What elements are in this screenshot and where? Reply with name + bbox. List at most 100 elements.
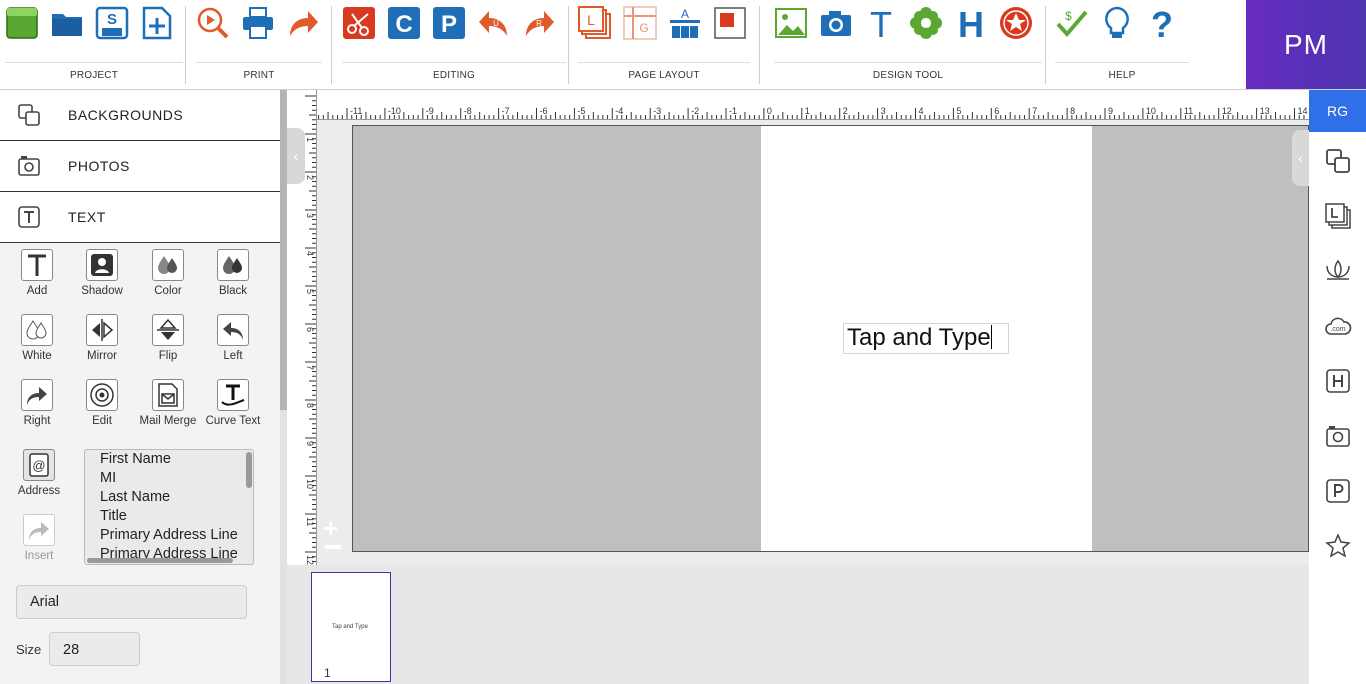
list-item[interactable]: First Name [85,450,253,469]
insert-photo-button[interactable] [819,6,853,40]
list-vertical-scrollbar[interactable] [246,452,252,488]
insert-text-button[interactable]: T [864,6,898,40]
design-page[interactable]: Tap and Type [761,126,1092,551]
insert-shape-button[interactable] [999,6,1033,40]
canvas-area[interactable]: Tap and Type [352,125,1309,552]
help-button[interactable]: ? [1145,6,1179,40]
copy-button[interactable]: C [387,6,421,40]
collapse-left-panel-button[interactable]: ‹ [287,128,305,184]
toolbar-group-editing: C P U R EDITING [342,0,566,90]
list-item[interactable]: MI [85,469,253,488]
new-project-button[interactable] [5,6,39,40]
spell-check-button[interactable]: $ [1055,6,1089,40]
layers-button[interactable]: L [578,6,612,40]
color-tool[interactable]: Color [135,249,201,297]
group-label-project: PROJECT [69,70,119,81]
tips-button[interactable] [1100,6,1134,40]
section-photos[interactable]: PHOTOS [0,141,280,192]
svg-text:C: C [395,11,412,38]
ruler-tick-label: 11 [305,517,315,526]
insert-heading-button[interactable]: H [954,6,988,40]
grid-icon: G [623,6,657,40]
printer-icon [243,7,273,39]
online-button[interactable]: .com [1324,312,1352,340]
print-button[interactable] [241,6,275,40]
merge-field-list[interactable]: First Name MI Last Name Title Primary Ad… [84,449,254,565]
text-box[interactable]: Tap and Type [843,323,1009,354]
list-item[interactable]: Title [85,507,253,526]
edit-tool[interactable]: Edit [69,379,135,427]
section-backgrounds[interactable]: BACKGROUNDS [0,90,280,141]
save-project-button[interactable]: S [95,6,129,40]
section-text[interactable]: TEXT [0,192,280,243]
ruler-tick-label: 7 [1032,106,1037,116]
add-page-button[interactable] [140,6,174,40]
zoom-in-button[interactable]: + [323,515,338,541]
white-tool[interactable]: White [4,314,70,362]
shadow-tool[interactable]: Shadow [69,249,135,297]
export-icon [290,11,318,36]
svg-text:T: T [870,6,892,40]
toolbar-group-page-layout: L G A PAGE LAYOUT [578,0,750,90]
open-project-button[interactable] [50,6,84,40]
redo-icon: R [526,11,554,36]
parking-button[interactable] [1324,477,1352,505]
rotate-right-tool[interactable]: Right [4,379,70,427]
insert-image-button[interactable] [774,6,808,40]
font-select[interactable]: Arial [16,585,247,619]
collapse-right-panel-button[interactable]: ‹ [1292,130,1309,186]
cut-button[interactable] [342,6,376,40]
align-button[interactable]: A [668,6,702,40]
section-label: PHOTOS [68,158,130,174]
list-horizontal-scrollbar[interactable] [87,558,233,563]
left-panel-scrollbar[interactable] [280,90,287,684]
page-thumbnail[interactable]: Tap and Type 1 [311,572,391,682]
list-item[interactable]: Primary Address Line [85,526,253,545]
zoom-out-button[interactable] [325,545,341,549]
scrollbar-thumb[interactable] [280,90,287,410]
ruler-tick-label: 2 [305,175,315,180]
ruler-tick-label: 0 [767,106,772,116]
mail-merge-tool[interactable]: Mail Merge [135,379,201,427]
list-item[interactable]: Last Name [85,488,253,507]
heading-button[interactable] [1324,367,1352,395]
ruler-tick-label: -10 [388,106,401,116]
print-preview-button[interactable] [196,6,230,40]
text-box-content[interactable]: Tap and Type [847,324,991,351]
address-tool[interactable]: @ Address [6,449,72,497]
black-tool[interactable]: Black [200,249,266,297]
ruler-tick-label: 9 [305,441,315,446]
frame-button[interactable] [713,6,747,40]
ruler-tick-label: -6 [540,106,548,116]
mirror-tool[interactable]: Mirror [69,314,135,362]
redo-button[interactable]: R [522,6,556,40]
user-initials-button[interactable]: RG [1309,90,1366,132]
add-text-tool[interactable]: Add [4,249,70,297]
curve-text-tool[interactable]: Curve Text [200,379,266,427]
mirror-icon [92,319,114,341]
grid-button[interactable]: G [623,6,657,40]
add-page-icon [142,6,172,40]
ruler-tick-label: -1 [729,106,737,116]
export-button[interactable] [286,6,320,40]
favorites-button[interactable] [1324,532,1352,560]
ruler-tick-label: 3 [881,106,886,116]
question-icon: ? [1151,6,1173,40]
insert-clipart-button[interactable] [909,6,943,40]
image-icon [775,8,807,38]
font-size-input[interactable]: 28 [49,632,140,666]
insert-tool[interactable]: Insert [6,514,72,562]
paste-button[interactable]: P [432,6,466,40]
backgrounds-button[interactable] [1324,147,1352,175]
layers-button[interactable] [1324,202,1352,230]
rotate-left-tool[interactable]: Left [200,314,266,362]
add-text-icon [28,254,46,276]
flip-tool[interactable]: Flip [135,314,201,362]
white-drops-icon [26,320,47,340]
clipart-button[interactable] [1324,257,1352,285]
ruler-tick-label: 12 [305,555,315,565]
photos-button[interactable] [1324,422,1352,450]
undo-button[interactable]: U [477,6,511,40]
svg-text:P: P [441,11,457,38]
toolbar-group-design-tool: T H DESIGN TOOL [774,0,1042,90]
